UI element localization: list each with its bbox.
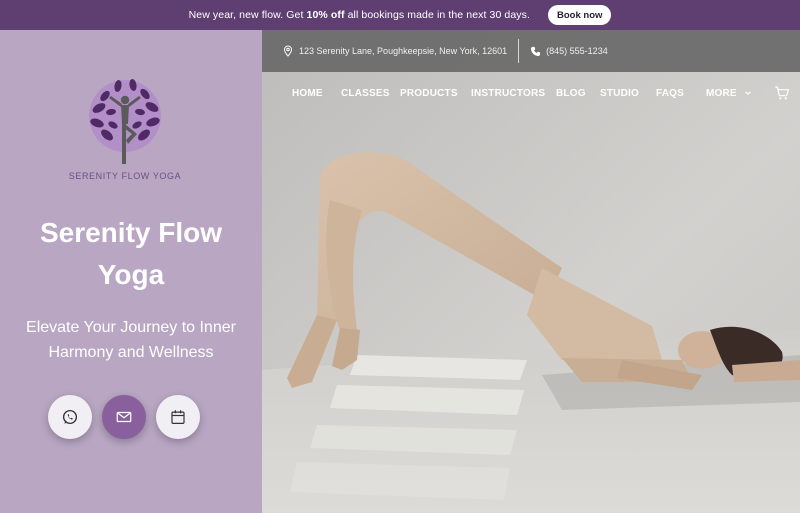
divider xyxy=(518,39,520,63)
calendar-icon xyxy=(171,410,185,424)
page-title: Serenity Flow Yoga xyxy=(39,217,223,290)
announcement-text: New year, new flow. Get 10% off all book… xyxy=(188,9,531,21)
hero-section: 123 Serenity Lane, Poughkeepsie, New Yor… xyxy=(262,30,800,513)
page-subtitle: Elevate Your Journey to Inner Harmony an… xyxy=(26,319,236,361)
nav-item-classes[interactable]: CLASSES xyxy=(341,88,390,99)
nav-item-studio[interactable]: STUDIO xyxy=(600,88,639,99)
nav-item-instructors[interactable]: INSTRUCTORS xyxy=(471,88,545,99)
whatsapp-button[interactable] xyxy=(48,395,92,439)
cart-icon[interactable] xyxy=(774,85,790,101)
nav-item-products[interactable]: PRODUCTS xyxy=(400,88,458,99)
logo-text: SERENITY FLOW YOGA xyxy=(68,171,182,181)
nav-item-more[interactable]: MORE xyxy=(706,88,752,99)
logo[interactable] xyxy=(85,78,165,168)
phone-icon xyxy=(531,46,541,56)
nav-item-home[interactable]: HOME xyxy=(292,88,323,99)
address[interactable]: 123 Serenity Lane, Poughkeepsie, New Yor… xyxy=(282,45,507,57)
main-nav: HOME CLASSES PRODUCTS INSTRUCTORS BLOG S… xyxy=(262,72,800,114)
location-pin-icon xyxy=(283,45,293,57)
phone-text: (845) 555-1234 xyxy=(546,46,608,56)
address-text: 123 Serenity Lane, Poughkeepsie, New Yor… xyxy=(299,46,508,56)
chevron-down-icon xyxy=(745,91,751,96)
whatsapp-icon xyxy=(62,409,78,425)
book-calendar-button[interactable] xyxy=(156,395,200,439)
announcement-bar: New year, new flow. Get 10% off all book… xyxy=(0,0,800,30)
mail-icon xyxy=(116,411,132,423)
brand-panel: SERENITY FLOW YOGA Serenity Flow Yoga El… xyxy=(0,30,262,513)
book-now-button[interactable]: Book now xyxy=(548,5,612,25)
nav-item-blog[interactable]: BLOG xyxy=(556,88,586,99)
phone[interactable]: (845) 555-1234 xyxy=(530,46,608,57)
contact-info-bar: 123 Serenity Lane, Poughkeepsie, New Yor… xyxy=(262,30,800,72)
email-button[interactable] xyxy=(102,395,146,439)
nav-item-faqs[interactable]: FAQS xyxy=(656,88,684,99)
